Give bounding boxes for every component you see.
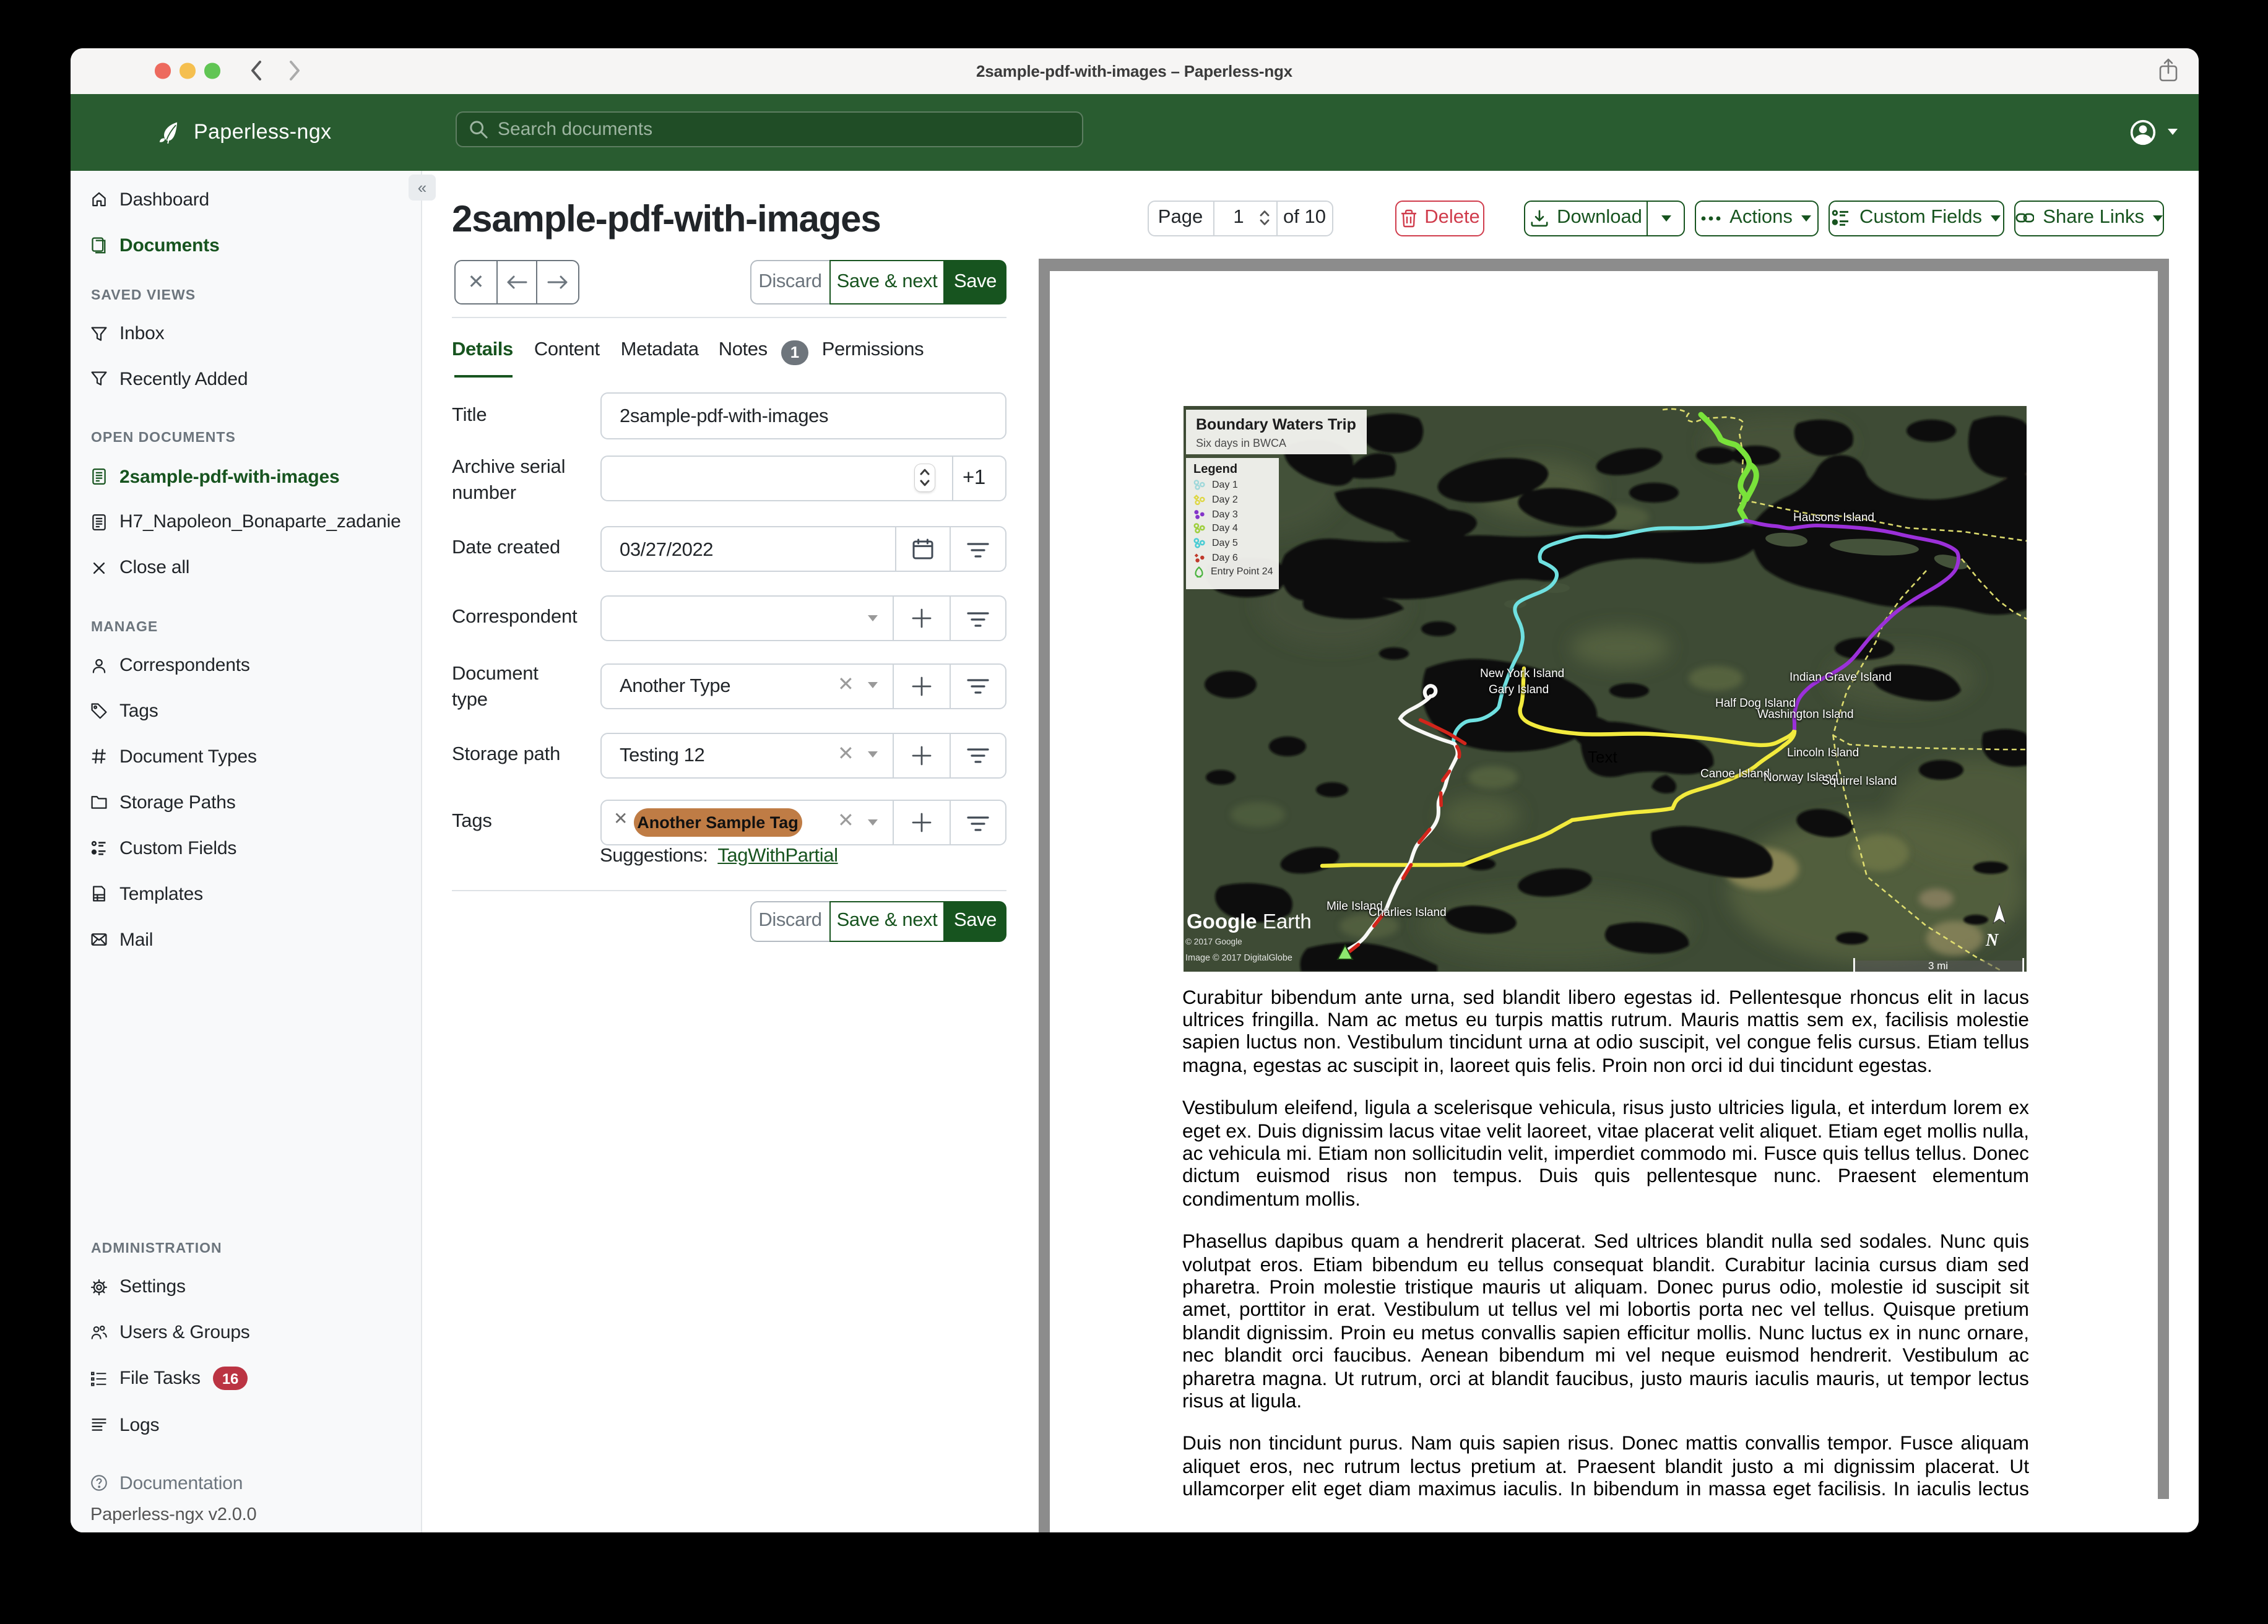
svg-text:N: N [1984,930,1999,949]
